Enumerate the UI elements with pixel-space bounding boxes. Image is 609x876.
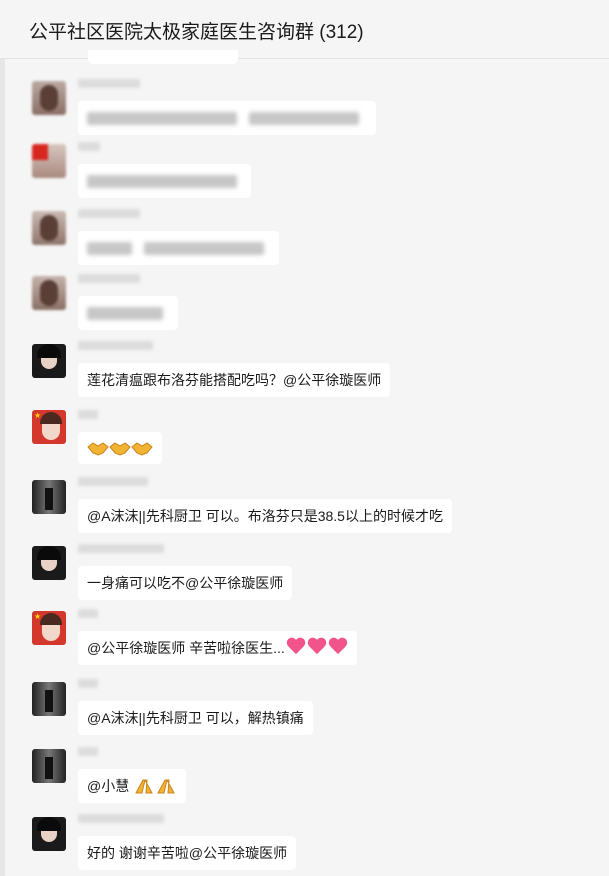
- message-bubble[interactable]: 一身痛可以吃不@公平徐璇医师: [78, 566, 293, 600]
- heart-icon: [286, 638, 306, 656]
- message-text: @A沫沫||先科厨卫 可以。布洛芬只是38.5以上的时候才吃: [87, 508, 443, 524]
- sender-name: [78, 341, 153, 350]
- message-text: 好的 谢谢辛苦啦@公平徐璇医师: [87, 845, 288, 861]
- message-bubble[interactable]: @公平徐璇医师 辛苦啦徐医生...: [78, 631, 357, 665]
- blurred-text: [87, 175, 237, 188]
- sender-name: [78, 814, 164, 823]
- sender-name: [78, 544, 164, 553]
- avatar[interactable]: ★: [32, 611, 66, 645]
- sender-name: [78, 274, 140, 283]
- message-list[interactable]: 莲花清瘟跟布洛芬能搭配吃吗？@公平徐璇医师 ★ @A沫沫||先科厨卫 可以。布洛…: [0, 59, 609, 876]
- chat-title: 公平社区医院太极家庭医生咨询群 (312): [29, 22, 364, 43]
- avatar[interactable]: [32, 344, 66, 378]
- blurred-text: [143, 242, 264, 255]
- avatar[interactable]: [32, 480, 66, 514]
- message-text: 莲花清瘟跟布洛芬能搭配吃吗？@公平徐璇医师: [87, 372, 382, 388]
- handshake-icon: [87, 440, 109, 456]
- message-bubble[interactable]: [78, 101, 376, 135]
- avatar[interactable]: [32, 81, 66, 115]
- message-text: 一身痛可以吃不@公平徐璇医师: [87, 575, 284, 591]
- message-bubble[interactable]: 好的 谢谢辛苦啦@公平徐璇医师: [78, 836, 297, 870]
- heart-icon: [307, 638, 327, 656]
- sender-name: [78, 142, 100, 151]
- blurred-text: [87, 242, 132, 255]
- avatar[interactable]: [32, 546, 66, 580]
- avatar[interactable]: [32, 144, 66, 178]
- message-bubble[interactable]: @A沫沫||先科厨卫 可以，解热镇痛: [78, 701, 313, 735]
- avatar[interactable]: [32, 749, 66, 783]
- sender-name: [78, 410, 98, 419]
- blurred-text: [248, 112, 359, 125]
- pray-icon: [155, 778, 177, 794]
- sender-name: [78, 477, 148, 486]
- message-bubble[interactable]: 莲花清瘟跟布洛芬能搭配吃吗？@公平徐璇医师: [78, 363, 391, 397]
- message-bubble[interactable]: [78, 296, 178, 330]
- handshake-icon: [131, 440, 153, 456]
- message-bubble[interactable]: @小慧: [78, 769, 187, 803]
- blurred-text: [87, 112, 237, 125]
- avatar[interactable]: ★: [32, 410, 66, 444]
- avatar[interactable]: [32, 276, 66, 310]
- message-bubble[interactable]: [78, 231, 279, 265]
- sender-name: [78, 209, 140, 218]
- message-text: @小慧: [87, 778, 130, 794]
- avatar[interactable]: [32, 211, 66, 245]
- message-bubble[interactable]: [78, 164, 251, 198]
- pray-icon: [133, 778, 155, 794]
- avatar[interactable]: [32, 682, 66, 716]
- sender-name: [78, 79, 140, 88]
- avatar[interactable]: [32, 817, 66, 851]
- sender-name: [78, 609, 98, 618]
- message-text: @A沫沫||先科厨卫 可以，解热镇痛: [87, 710, 304, 726]
- flag-icon: [32, 144, 48, 160]
- blurred-text: [87, 307, 163, 320]
- sender-name: [78, 747, 98, 756]
- message-text: @公平徐璇医师 辛苦啦徐医生...: [87, 640, 285, 656]
- star-icon: ★: [34, 612, 42, 621]
- star-icon: ★: [34, 411, 42, 420]
- handshake-icon: [109, 440, 131, 456]
- message-bubble[interactable]: [78, 432, 162, 464]
- sender-name: [78, 679, 98, 688]
- message-bubble[interactable]: @A沫沫||先科厨卫 可以。布洛芬只是38.5以上的时候才吃: [78, 499, 452, 533]
- heart-icon: [328, 638, 348, 656]
